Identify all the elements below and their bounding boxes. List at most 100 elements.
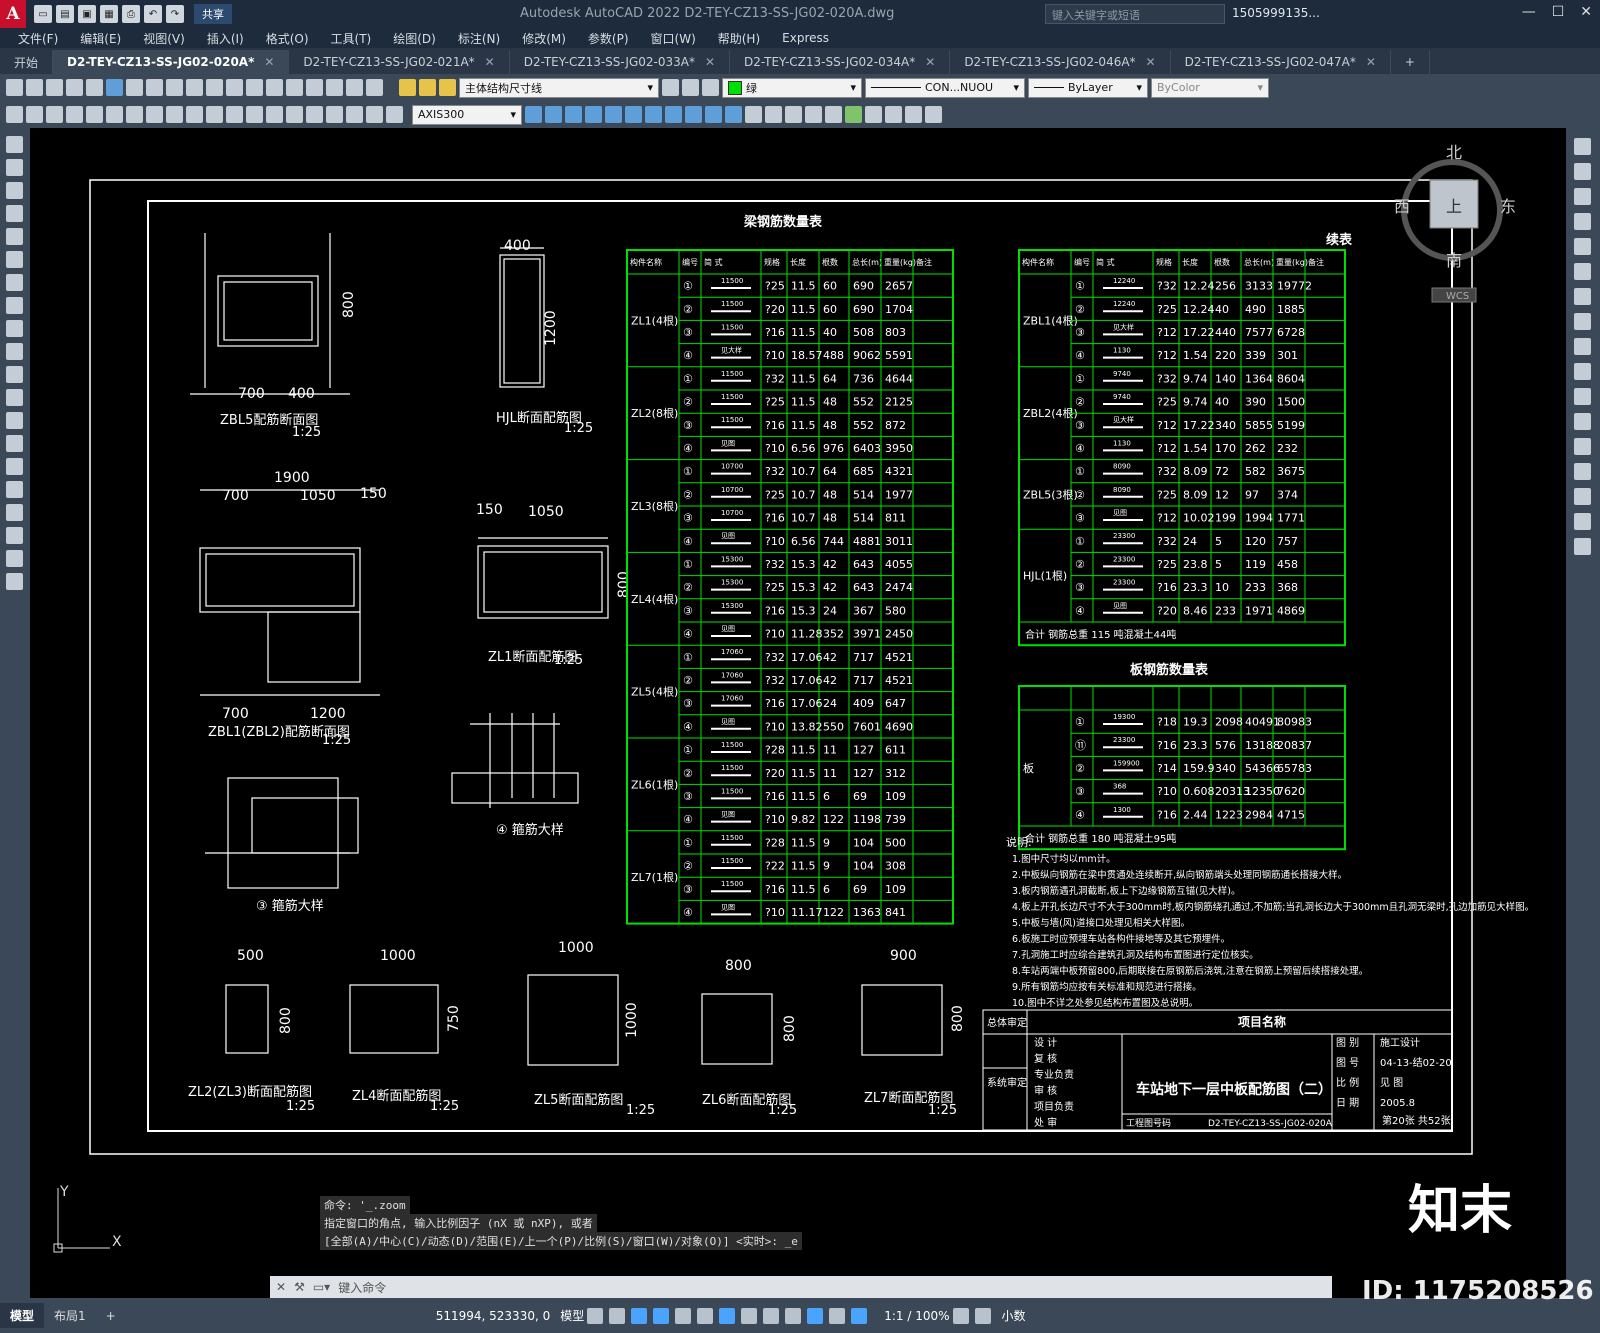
dim-edit-icon[interactable] (346, 106, 363, 123)
redo-icon[interactable] (226, 79, 243, 96)
dim-text-edit-icon[interactable] (366, 106, 383, 123)
ucs-icon[interactable] (905, 106, 922, 123)
redo-icon[interactable]: ↷ (166, 5, 184, 23)
mirror-icon[interactable] (1574, 188, 1591, 205)
layer-on-icon[interactable] (399, 79, 416, 96)
layer-manager-icon[interactable] (662, 79, 679, 96)
close-icon[interactable]: ✕ (705, 55, 715, 69)
visual-style-icon[interactable] (785, 106, 802, 123)
new-icon[interactable]: ▭ (34, 5, 52, 23)
offset-icon[interactable] (1574, 213, 1591, 230)
ellipse-arc-icon[interactable] (6, 366, 23, 383)
drawing-canvas[interactable]: 上 北 南 东 西 WCS 700 400 800 400 1200 1900 … (30, 128, 1566, 1298)
dimstyle-dropdown[interactable]: AXIS300 ▾ (412, 104, 522, 125)
view-icon[interactable] (585, 106, 602, 123)
plotstyle-dropdown[interactable]: ByColor ▾ (1151, 77, 1269, 98)
construction-line-icon[interactable] (6, 159, 23, 176)
plot-icon[interactable]: ⎙ (122, 5, 140, 23)
layer-dropdown[interactable]: 主体结构尺寸线 ▾ (459, 77, 659, 98)
copy-icon[interactable] (146, 79, 163, 96)
tab-model[interactable]: 模型 (0, 1303, 45, 1328)
viewcube-north[interactable]: 北 (1446, 143, 1462, 162)
command-line[interactable]: ✕ ⚒ ▭▾ 键入命令 (270, 1276, 1332, 1298)
close-icon[interactable]: ✕ (1366, 55, 1376, 69)
mtext-icon[interactable] (6, 550, 23, 567)
preview-icon[interactable] (86, 79, 103, 96)
visual-style-icon[interactable] (805, 106, 822, 123)
jog-linear-icon[interactable] (326, 106, 343, 123)
match-icon[interactable] (186, 79, 203, 96)
tab-file-047a[interactable]: D2-TEY-CZ13-SS-JG02-047A* ✕ (1171, 50, 1391, 74)
viewcube-east[interactable]: 东 (1500, 197, 1516, 216)
ucs-icon[interactable] (885, 106, 902, 123)
rectangle-icon[interactable] (6, 228, 23, 245)
center-mark-icon[interactable] (286, 106, 303, 123)
visual-style-icon[interactable] (745, 106, 762, 123)
menu-window[interactable]: 窗口(W) (651, 30, 696, 47)
model-space-button[interactable]: 模型 (560, 1307, 584, 1324)
zoom-window-icon[interactable] (286, 79, 303, 96)
tolerance-icon[interactable] (266, 106, 283, 123)
viewcube-south[interactable]: 南 (1446, 251, 1462, 270)
insert-block-icon[interactable] (6, 389, 23, 406)
arc-length-icon[interactable] (46, 106, 63, 123)
menu-parametric[interactable]: 参数(P) (588, 30, 629, 47)
transparency-icon[interactable] (763, 1307, 780, 1324)
view-icon[interactable] (725, 106, 742, 123)
point-icon[interactable] (6, 435, 23, 452)
inspect-icon[interactable] (306, 106, 323, 123)
grid-icon[interactable] (587, 1307, 604, 1324)
view-icon[interactable] (645, 106, 662, 123)
view-icon[interactable] (525, 106, 542, 123)
dim-break-icon[interactable] (246, 106, 263, 123)
view-icon[interactable] (625, 106, 642, 123)
plus-icon[interactable] (974, 1307, 991, 1324)
ucs-icon[interactable] (865, 106, 882, 123)
menu-modify[interactable]: 修改(M) (522, 30, 566, 47)
scale-icon[interactable] (1574, 313, 1591, 330)
view-icon[interactable] (565, 106, 582, 123)
angular-icon[interactable] (146, 106, 163, 123)
layer-previous-icon[interactable] (682, 79, 699, 96)
open-icon[interactable] (26, 79, 43, 96)
tab-file-021a[interactable]: D2-TEY-CZ13-SS-JG02-021A* ✕ (289, 50, 510, 74)
view-icon[interactable] (605, 106, 622, 123)
autocad-logo-button[interactable]: A (0, 0, 26, 28)
viewcube[interactable]: 上 北 南 东 西 WCS (1394, 143, 1516, 303)
gear-icon[interactable] (952, 1307, 969, 1324)
workspace-icon[interactable] (851, 1307, 868, 1324)
linetype-dropdown[interactable]: CON...NUOU ▾ (865, 77, 1025, 98)
open-icon[interactable]: ▤ (56, 5, 74, 23)
print-icon[interactable] (66, 79, 83, 96)
break-icon[interactable] (1574, 413, 1591, 430)
minimize-button[interactable]: — (1522, 4, 1536, 20)
spline-icon[interactable] (6, 320, 23, 337)
circle-icon[interactable] (6, 274, 23, 291)
rotate-icon[interactable] (1574, 288, 1591, 305)
table-icon[interactable] (6, 527, 23, 544)
close-button[interactable]: ✕ (1580, 4, 1592, 20)
design-center-icon[interactable] (326, 79, 343, 96)
annotation-scale[interactable]: 1:1 / 100% (884, 1309, 949, 1323)
make-block-icon[interactable] (6, 412, 23, 429)
trim-icon[interactable] (1574, 363, 1591, 380)
visual-style-icon[interactable] (825, 106, 842, 123)
arc-icon[interactable] (6, 251, 23, 268)
diameter-icon[interactable] (126, 106, 143, 123)
layer-lock-icon[interactable] (439, 79, 456, 96)
ellipse-icon[interactable] (6, 343, 23, 360)
menu-draw[interactable]: 绘图(D) (393, 30, 436, 47)
tab-layout1[interactable]: 布局1 (44, 1303, 96, 1328)
aligned-dim-icon[interactable] (26, 106, 43, 123)
fillet-icon[interactable] (1574, 488, 1591, 505)
array-icon[interactable] (1574, 238, 1591, 255)
erase-icon[interactable] (1574, 138, 1591, 155)
line-icon[interactable] (6, 136, 23, 153)
tab-file-046a[interactable]: D2-TEY-CZ13-SS-JG02-046A* ✕ (950, 50, 1171, 74)
view-icon[interactable] (705, 106, 722, 123)
selection-cycling-icon[interactable] (785, 1307, 802, 1324)
cut-icon[interactable] (126, 79, 143, 96)
pan-icon[interactable] (246, 79, 263, 96)
close-icon[interactable]: ✕ (1146, 55, 1156, 69)
menu-insert[interactable]: 插入(I) (207, 30, 244, 47)
